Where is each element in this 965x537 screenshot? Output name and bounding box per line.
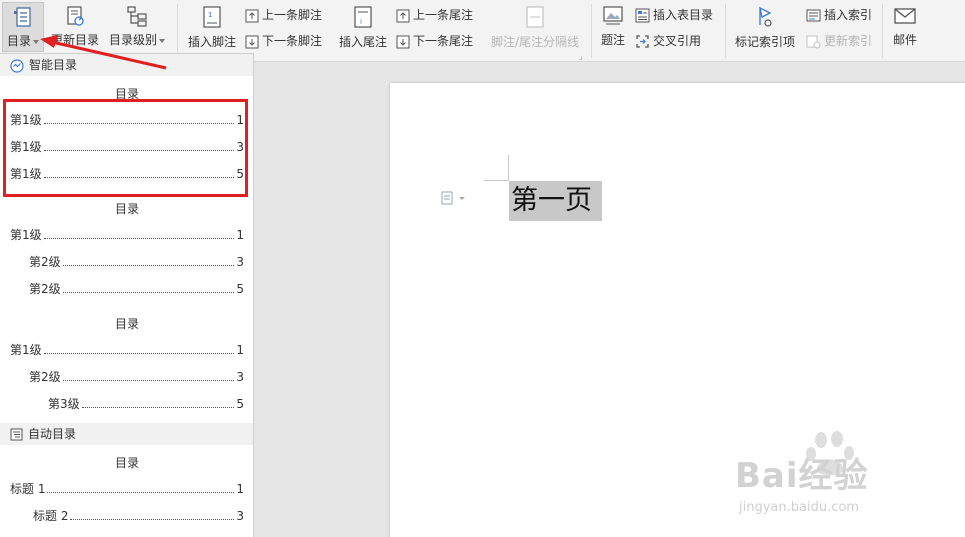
toc-template-title: 目录 — [114, 202, 139, 216]
annotation-highlight-box — [3, 99, 248, 197]
cross-reference-icon — [636, 35, 649, 48]
cross-reference-button[interactable]: 交叉引用 — [635, 31, 701, 51]
toc-line: 第1级 1 — [10, 228, 244, 242]
insert-index-icon — [806, 9, 821, 22]
cross-reference-label: 交叉引用 — [653, 34, 702, 48]
update-toc-button[interactable]: 更新目录 — [50, 5, 100, 48]
insert-footnote-label: 插入脚注 — [187, 35, 236, 49]
next-endnote-icon — [396, 35, 410, 48]
chevron-down-icon — [33, 39, 39, 44]
toc-level-button[interactable]: 目录级别 — [107, 5, 167, 48]
toc-template-title: 目录 — [114, 317, 139, 331]
ribbon-separator — [177, 4, 178, 58]
insert-table-of-figures-button[interactable]: 插入表目录 — [635, 5, 713, 25]
endnote-icon: i — [354, 6, 372, 28]
toc-template-title: 目录 — [114, 456, 139, 470]
toc-line: 第1级 1 — [10, 343, 244, 357]
next-footnote-button[interactable]: 下一条脚注 — [245, 31, 322, 51]
mail-button[interactable]: 邮件 — [889, 5, 921, 48]
toc-line: 第2级 3 — [29, 370, 244, 384]
separator-line-icon — [526, 6, 544, 28]
toc-line: 第2级 3 — [29, 255, 244, 269]
toc-level-icon — [127, 6, 147, 27]
prev-endnote-label: 上一条尾注 — [413, 8, 474, 22]
baidu-jingyan-watermark: Bai经验 jingyan.baidu.com — [735, 430, 960, 530]
separator-line-button[interactable]: 脚注/尾注分隔线 — [489, 5, 581, 50]
auto-toc-label: 自动目录 — [28, 427, 77, 441]
update-index-label: 更新索引 — [824, 34, 873, 48]
smart-toc-section-header: 智能目录 — [0, 54, 253, 76]
chevron-down-icon — [159, 38, 165, 43]
auto-toc-section-header: 自动目录 — [0, 423, 253, 445]
next-endnote-label: 下一条尾注 — [413, 34, 474, 48]
auto-toc-icon — [10, 428, 23, 441]
paragraph-handle-icon[interactable] — [441, 191, 467, 208]
caption-button[interactable]: 题注 — [598, 5, 628, 48]
ribbon-separator — [725, 4, 726, 58]
mail-icon — [894, 8, 916, 24]
smart-toc-icon — [10, 58, 24, 73]
watermark-main-text: Bai经验 — [735, 456, 869, 496]
next-footnote-icon — [245, 35, 259, 48]
update-index-icon — [806, 35, 821, 49]
watermark-sub-text: jingyan.baidu.com — [739, 500, 859, 515]
footnote-icon: 1 — [203, 6, 221, 28]
prev-endnote-icon — [396, 9, 410, 22]
next-endnote-button[interactable]: 下一条尾注 — [396, 31, 473, 51]
prev-footnote-icon — [245, 9, 259, 22]
toc-icon — [14, 7, 31, 27]
smart-toc-label: 智能目录 — [29, 58, 78, 72]
ribbon-separator — [591, 4, 592, 58]
mark-index-entry-button[interactable]: 标记索引项 — [733, 5, 797, 50]
ribbon-separator — [882, 4, 883, 58]
mark-index-icon — [759, 6, 772, 27]
svg-text:1: 1 — [208, 11, 212, 19]
insert-endnote-label: 插入尾注 — [338, 35, 387, 49]
margin-crop-mark — [508, 155, 509, 180]
insert-table-of-figures-label: 插入表目录 — [653, 8, 714, 22]
update-index-button[interactable]: 更新索引 — [806, 31, 872, 51]
mail-label: 邮件 — [892, 33, 917, 47]
update-toc-label: 更新目录 — [50, 33, 99, 47]
toc-line: 第3级 5 — [48, 397, 244, 411]
caption-label: 题注 — [600, 33, 625, 47]
caption-icon — [603, 6, 623, 25]
insert-endnote-button[interactable]: i 插入尾注 — [337, 5, 389, 50]
toc-level-label: 目录级别 — [108, 33, 157, 47]
prev-footnote-button[interactable]: 上一条脚注 — [245, 5, 322, 25]
margin-crop-mark — [484, 180, 509, 181]
svg-text:i: i — [360, 18, 362, 26]
toc-line: 标题 23 — [33, 509, 244, 523]
mark-index-entry-label: 标记索引项 — [734, 35, 795, 49]
insert-footnote-button[interactable]: 1 插入脚注 — [186, 5, 238, 50]
toc-line: 标题 11 — [10, 482, 244, 496]
prev-footnote-label: 上一条脚注 — [262, 8, 323, 22]
update-toc-icon — [67, 6, 84, 26]
insert-index-button[interactable]: 插入索引 — [806, 5, 872, 25]
separator-line-label: 脚注/尾注分隔线 — [490, 35, 580, 49]
toc-button-label: 目录 — [6, 34, 31, 48]
toc-button[interactable]: 目录 — [2, 2, 44, 52]
prev-endnote-button[interactable]: 上一条尾注 — [396, 5, 473, 25]
toc-line: 第2级 5 — [29, 282, 244, 296]
next-footnote-label: 下一条脚注 — [262, 34, 323, 48]
dialog-launcher-icon[interactable]: ⌟ — [579, 52, 583, 61]
insert-index-label: 插入索引 — [824, 8, 873, 22]
table-of-figures-icon — [635, 8, 650, 23]
page-heading[interactable]: 第一页 — [509, 181, 602, 221]
